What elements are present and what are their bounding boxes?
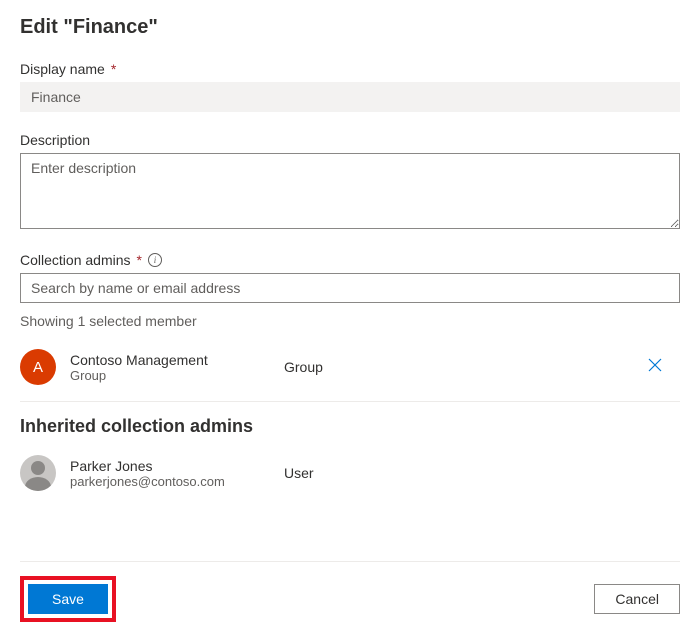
inherited-admins-heading: Inherited collection admins	[20, 416, 680, 437]
selected-count-text: Showing 1 selected member	[20, 313, 680, 329]
required-indicator: *	[137, 252, 142, 268]
member-subtext: parkerjones@contoso.com	[70, 474, 270, 489]
divider	[20, 401, 680, 402]
inherited-member-row: Parker Jones parkerjones@contoso.com Use…	[20, 445, 680, 501]
avatar	[20, 455, 56, 491]
remove-member-button[interactable]	[640, 354, 670, 381]
avatar: A	[20, 349, 56, 385]
save-highlight: Save	[20, 576, 116, 622]
description-textarea[interactable]	[20, 153, 680, 229]
close-icon	[648, 358, 662, 372]
member-row: A Contoso Management Group Group	[20, 339, 680, 395]
member-type: User	[284, 465, 680, 481]
member-name: Contoso Management	[70, 352, 270, 368]
footer: Save Cancel	[20, 561, 680, 622]
page-title: Edit "Finance"	[20, 16, 680, 39]
member-subtext: Group	[70, 368, 270, 383]
member-type: Group	[284, 359, 626, 375]
collection-admins-label: Collection admins* i	[20, 252, 680, 268]
required-indicator: *	[111, 61, 116, 77]
cancel-button[interactable]: Cancel	[594, 584, 680, 614]
collection-admins-search-input[interactable]	[20, 273, 680, 303]
display-name-input[interactable]	[20, 82, 680, 112]
display-name-label: Display name*	[20, 61, 680, 77]
description-label: Description	[20, 132, 680, 148]
info-icon[interactable]: i	[148, 253, 162, 267]
member-name: Parker Jones	[70, 458, 270, 474]
save-button[interactable]: Save	[28, 584, 108, 614]
